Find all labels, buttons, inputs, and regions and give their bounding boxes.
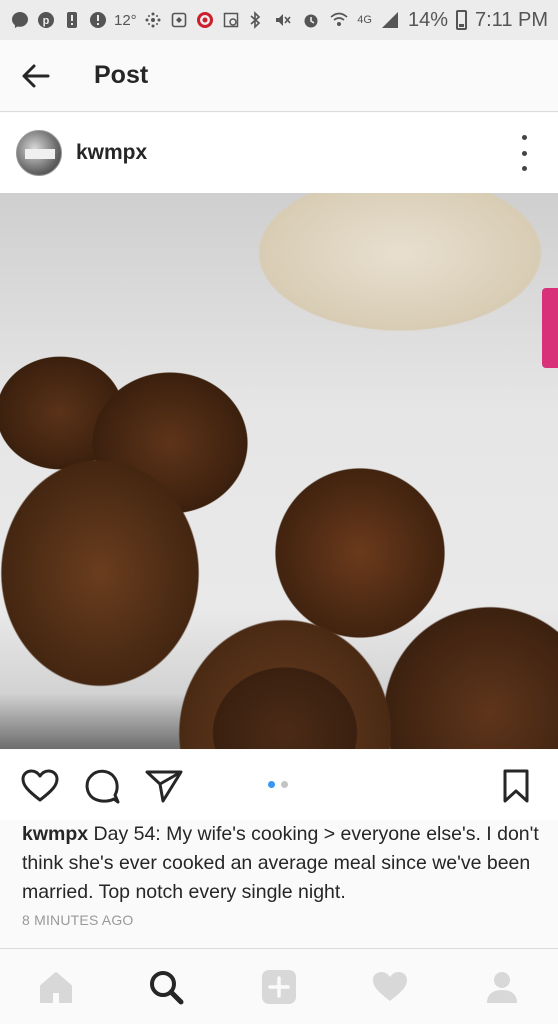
more-dot-icon bbox=[521, 150, 527, 156]
network-type-text: 4G bbox=[357, 14, 372, 26]
photo-pink-object bbox=[542, 288, 558, 368]
pinterest-icon: p bbox=[36, 10, 56, 30]
target-icon bbox=[195, 10, 215, 30]
carousel-indicator bbox=[268, 781, 288, 788]
battery-percent-text: 14% bbox=[407, 8, 448, 31]
gallery-icon bbox=[221, 10, 241, 30]
carousel-dot-active bbox=[268, 781, 275, 788]
alarm-icon bbox=[301, 10, 321, 30]
status-notifications: p 12° bbox=[10, 10, 245, 30]
avatar[interactable] bbox=[16, 130, 62, 176]
mute-icon bbox=[273, 10, 293, 30]
screenshot-icon bbox=[169, 10, 189, 30]
app-header: Post bbox=[0, 40, 558, 112]
like-button[interactable] bbox=[18, 764, 62, 808]
bluetooth-icon bbox=[245, 10, 265, 30]
post-timestamp: 8 MINUTES AGO bbox=[22, 912, 134, 928]
svg-text:p: p bbox=[43, 15, 50, 27]
search-icon bbox=[150, 971, 184, 1005]
share-icon bbox=[145, 770, 183, 803]
bottom-nav bbox=[0, 948, 558, 1024]
carousel-dot bbox=[281, 781, 288, 788]
wifi-icon bbox=[329, 10, 349, 30]
nav-add[interactable] bbox=[259, 967, 299, 1007]
more-dot-icon bbox=[521, 135, 527, 140]
activity-heart-icon bbox=[373, 972, 407, 1001]
messenger-icon bbox=[10, 10, 30, 30]
nav-search[interactable] bbox=[146, 967, 186, 1007]
battery-icon bbox=[456, 10, 467, 30]
home-icon bbox=[40, 972, 72, 1003]
profile-icon bbox=[487, 972, 517, 1003]
dots-grid-icon bbox=[143, 10, 163, 30]
comment-icon bbox=[85, 769, 120, 804]
post-username[interactable]: kwmpx bbox=[76, 141, 147, 165]
post-header: kwmpx bbox=[0, 113, 558, 193]
alert-icon bbox=[88, 10, 108, 30]
bookmark-icon bbox=[503, 769, 529, 803]
caption-text: Day 54: My wife's cooking > everyone els… bbox=[22, 823, 539, 903]
heart-icon bbox=[21, 769, 59, 802]
more-dot-icon bbox=[521, 166, 527, 171]
add-icon bbox=[262, 970, 296, 1004]
status-system: 4G 14% 7:11 PM bbox=[245, 9, 548, 32]
comment-button[interactable] bbox=[80, 764, 124, 808]
more-options-button[interactable] bbox=[514, 135, 534, 171]
post-photo[interactable] bbox=[0, 193, 558, 749]
caption-username[interactable]: kwmpx bbox=[22, 823, 88, 845]
page-title: Post bbox=[94, 61, 149, 89]
status-bar: p 12° 4G 14% 7:11 PM bbox=[0, 0, 558, 40]
back-button[interactable] bbox=[0, 40, 72, 112]
clock-text: 7:11 PM bbox=[475, 8, 548, 31]
signal-icon bbox=[380, 10, 400, 30]
nav-home[interactable] bbox=[36, 967, 76, 1007]
temperature-text: 12° bbox=[114, 11, 137, 29]
bookmark-button[interactable] bbox=[494, 764, 538, 808]
notification-icon bbox=[62, 10, 82, 30]
nav-activity[interactable] bbox=[370, 967, 410, 1007]
arrow-left-icon bbox=[22, 64, 50, 87]
post-caption: kwmpx Day 54: My wife's cooking > everyo… bbox=[22, 820, 542, 907]
nav-profile[interactable] bbox=[482, 967, 522, 1007]
share-button[interactable] bbox=[142, 764, 186, 808]
